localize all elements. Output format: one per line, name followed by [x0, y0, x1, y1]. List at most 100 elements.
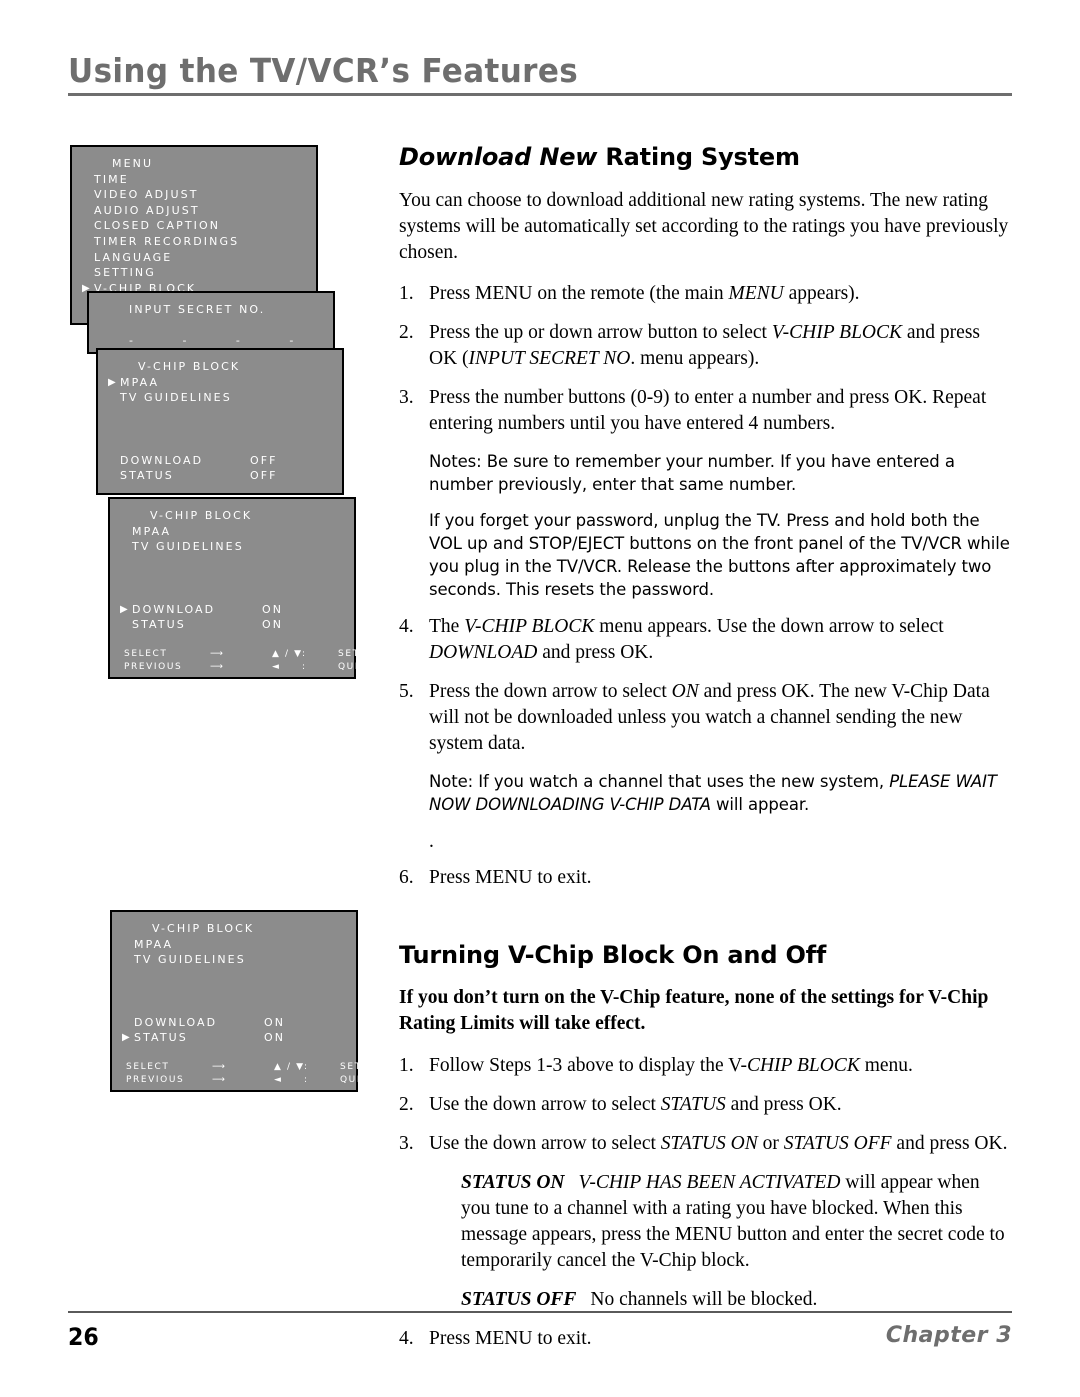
osd-item-mpaa[interactable]: ▶ MPAA — [98, 375, 342, 391]
step-emphasis-2: DOWNLOAD — [429, 642, 538, 663]
step-text-pre: Use the down arrow to select — [429, 1094, 661, 1115]
osd-setting-download[interactable]: DOWNLOAD ON — [112, 1015, 356, 1031]
osd-setting-value: ON — [264, 1031, 286, 1045]
note-text-pre: Note: If you watch a channel that uses t… — [429, 772, 890, 791]
osd-item-label: TIME — [94, 172, 129, 186]
osd-setting-download[interactable]: ▶ DOWNLOAD ON — [110, 602, 354, 618]
osd-vchip-block-off: V-CHIP BLOCK ▶ MPAA TV GUIDELINES DOWNLO… — [96, 348, 344, 495]
section2-step-3: 3. Use the down arrow to select STATUS ON… — [399, 1131, 1012, 1157]
osd-setting-label: STATUS — [134, 1031, 188, 1045]
hint-colon: : — [304, 1075, 309, 1086]
step-emphasis: STATUS — [660, 1094, 726, 1115]
osd-hint-row-previous: PREVIOUS ⟶ ◄ : QUIT ⟶ MENU — [126, 1074, 444, 1087]
osd-menu-item-timer-recordings[interactable]: TIMER RECORDINGS — [72, 234, 316, 250]
step-emphasis: ON — [671, 681, 699, 702]
section1-note-forgot-password: If you forget your password, unplug the … — [429, 511, 1010, 599]
osd-setting-status[interactable]: STATUS OFF — [98, 468, 342, 484]
osd-spacer — [110, 555, 354, 571]
osd-item-mpaa[interactable]: MPAA — [110, 524, 354, 540]
osd-item-tv-guidelines[interactable]: TV GUIDELINES — [110, 539, 354, 555]
osd-item-label: CLOSED CAPTION — [94, 219, 221, 233]
right-arrow-icon: ⟶ — [380, 1062, 395, 1073]
osd-spacer — [110, 633, 354, 649]
section-heading-download-new-rating-system: Download New Rating System — [399, 142, 1012, 172]
osd-menu-item-setting[interactable]: SETTING — [72, 265, 316, 281]
main-content: Download New Rating System You can choos… — [399, 142, 1012, 1365]
osd-menu-item-video-adjust[interactable]: VIDEO ADJUST — [72, 187, 316, 203]
osd-setting-download[interactable]: DOWNLOAD OFF — [98, 453, 342, 469]
right-arrow-icon: ⟶ — [378, 649, 393, 660]
osd-setting-value: ON — [264, 1015, 286, 1029]
osd-setting-label: DOWNLOAD — [132, 602, 216, 616]
osd-menu-item-time[interactable]: TIME — [72, 172, 316, 188]
osd-title: V-CHIP BLOCK — [138, 360, 241, 373]
right-arrow-icon: ⟶ — [378, 662, 393, 673]
secret-code-field[interactable]: - - - - — [89, 333, 333, 349]
step-emphasis: V-CHIP BLOCK — [464, 616, 595, 637]
osd-title: INPUT SECRET NO. — [129, 303, 266, 316]
osd-item-label: MPAA — [120, 375, 160, 389]
section1-step-4: 4. The V-CHIP BLOCK menu appears. Use the… — [399, 614, 1012, 666]
osd-menu-item-audio-adjust[interactable]: AUDIO ADJUST — [72, 203, 316, 219]
page-number: 26 — [68, 1323, 99, 1351]
osd-item-label: LANGUAGE — [94, 250, 173, 264]
stray-period: . — [429, 831, 434, 852]
page-title: Using the TV/VCR’s Features — [68, 51, 579, 90]
cursor-arrow-icon: ▶ — [120, 603, 128, 615]
step-number: 2. — [399, 1094, 414, 1115]
status-on-message: V-CHIP HAS BEEN ACTIVATED — [578, 1172, 841, 1193]
step-text-pre: The — [429, 616, 465, 637]
step-number: 2. — [399, 322, 414, 343]
right-arrow-icon: ⟶ — [210, 662, 225, 673]
step-text-post: . menu appears). — [630, 348, 760, 369]
section-heading-turning-vchip-block-on-off: Turning V-Chip Block On and Off — [399, 941, 827, 969]
chapter-label: Chapter 3 — [885, 1323, 1012, 1348]
osd-spacer — [98, 437, 342, 453]
page-header: Using the TV/VCR’s Features — [68, 52, 1012, 96]
status-on-label: STATUS ON — [461, 1172, 565, 1193]
osd-input-secret-no: INPUT SECRET NO. - - - - — [87, 291, 335, 354]
osd-item-label: VIDEO ADJUST — [94, 188, 199, 202]
step-text-pre: Press MENU on the remote (the main — [429, 283, 729, 304]
osd-spacer — [112, 1046, 356, 1062]
status-off-label: STATUS OFF — [461, 1289, 577, 1310]
status-off-rest: No channels will be blocked. — [590, 1289, 818, 1310]
osd-item-tv-guidelines[interactable]: TV GUIDELINES — [98, 390, 342, 406]
step-number: 3. — [399, 1133, 414, 1154]
step-number: 6. — [399, 867, 414, 888]
osd-spacer — [98, 421, 342, 437]
osd-setting-label: STATUS — [120, 469, 174, 483]
step-text-pre: Use the down arrow to select — [429, 1133, 661, 1154]
osd-item-label: MPAA — [134, 937, 174, 951]
section2-lead: If you don’t turn on the V-Chip feature,… — [399, 987, 989, 1034]
hint-select-keys: ▲ / ▼ — [272, 649, 303, 660]
osd-item-tv-guidelines[interactable]: TV GUIDELINES — [112, 952, 356, 968]
step-number: 3. — [399, 387, 414, 408]
hint-previous-key: ◄ — [274, 1075, 283, 1086]
step-emphasis-2: STATUS OFF — [783, 1133, 892, 1154]
hint-set-label: SET — [340, 1062, 362, 1073]
section2-status-off-description: STATUS OFF No channels will be blocked. — [399, 1287, 1012, 1313]
osd-menu-item-closed-caption[interactable]: CLOSED CAPTION — [72, 218, 316, 234]
step-text-pre: Press the down arrow to select — [429, 681, 672, 702]
step-text-post: appears). — [783, 283, 860, 304]
hint-previous-label: PREVIOUS — [124, 662, 183, 673]
osd-item-mpaa[interactable]: MPAA — [112, 937, 356, 953]
osd-setting-label: DOWNLOAD — [134, 1015, 218, 1029]
osd-setting-status[interactable]: ▶ STATUS ON — [112, 1030, 356, 1046]
osd-setting-value: OFF — [250, 453, 278, 467]
step-number: 1. — [399, 1055, 414, 1076]
step-emphasis: CHIP BLOCK — [746, 1055, 860, 1076]
osd-item-label: TV GUIDELINES — [120, 391, 232, 405]
step-number: 4. — [399, 616, 414, 637]
osd-setting-status[interactable]: STATUS ON — [110, 617, 354, 633]
step-number: 1. — [399, 283, 414, 304]
osd-menu-item-language[interactable]: LANGUAGE — [72, 250, 316, 266]
step-emphasis-2: INPUT SECRET NO — [468, 348, 631, 369]
osd-hint-row-previous: PREVIOUS ⟶ ◄ : QUIT ⟶ MENU — [124, 661, 442, 674]
step-text-mid: menu appears. Use the down arrow to sele… — [594, 616, 944, 637]
osd-hint-bar: SELECT ⟶ ▲ / ▼ : SET ⟶ OK PREVIOUS ⟶ ◄ :… — [110, 648, 442, 674]
step-text-post: menu. — [859, 1055, 913, 1076]
hint-quit-label: QUIT — [338, 662, 367, 673]
